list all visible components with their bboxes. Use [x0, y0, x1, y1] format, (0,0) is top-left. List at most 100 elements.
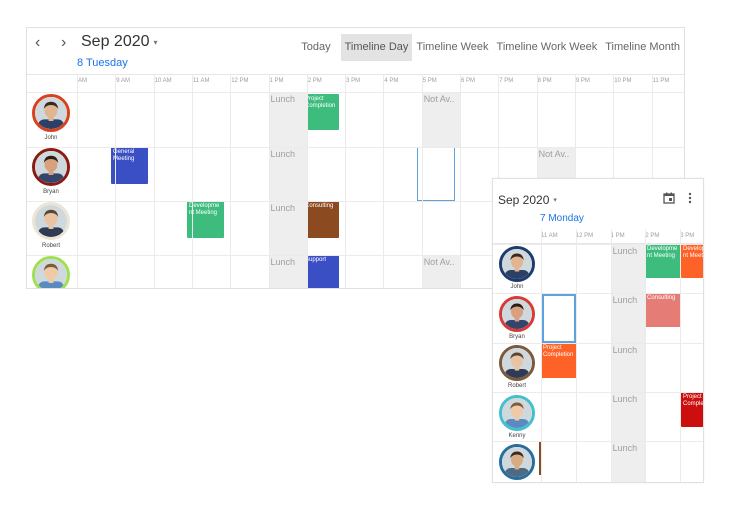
mobile-grid-vertical-line: [645, 229, 647, 482]
grid-vertical-line: [230, 74, 232, 288]
mobile-scheduler: Sep 2020 ▾ 7 Monday Developme nt Meeting…: [492, 178, 704, 483]
chevron-left-icon[interactable]: ‹: [35, 34, 40, 52]
tab-timeline-month[interactable]: Timeline Month: [601, 34, 684, 61]
tab-timeline-day[interactable]: Timeline Day: [340, 34, 413, 61]
grid-vertical-line: [268, 74, 270, 288]
mobile-grid-horizontal-line: [493, 441, 703, 442]
hour-label: 3 PM: [346, 78, 361, 84]
appointment-text: Support: [305, 257, 327, 263]
caret-down-icon: ▾: [553, 197, 557, 204]
not-available-label: Not Av..: [423, 94, 455, 104]
resource-name: John: [44, 135, 58, 141]
hour-label: 7 PM: [499, 78, 514, 84]
mobile-grid-vertical-line: [541, 229, 542, 482]
lunch-label: Lunch: [270, 94, 296, 104]
appointment-project-completion[interactable]: Project Completion: [303, 94, 339, 130]
month-picker[interactable]: Sep 2020 ▾: [81, 33, 158, 51]
grid-vertical-line: [306, 74, 308, 288]
mobile-grid-horizontal-line: [493, 343, 703, 344]
mobile-hour-label: 11 AM: [541, 233, 558, 239]
mobile-grid-horizontal-line: [493, 293, 703, 294]
hour-label: 2 PM: [307, 78, 322, 84]
mobile-lunch-label: Lunch: [612, 394, 638, 404]
mobile-month-title: Sep 2020: [498, 193, 550, 207]
mobile-avatar[interactable]: [499, 345, 535, 381]
mobile-avatar[interactable]: [499, 444, 535, 480]
appointment-text: Developme nt Meeting: [647, 246, 678, 259]
avatar[interactable]: [32, 202, 70, 240]
mobile-grid-horizontal-line: [493, 244, 703, 245]
mobile-month-picker[interactable]: Sep 2020 ▾: [498, 193, 557, 207]
mobile-avatar[interactable]: [499, 246, 535, 282]
date-header[interactable]: 8 Tuesday: [77, 57, 128, 69]
not-available-label: Not Av..: [423, 257, 455, 267]
hour-label: 11 AM: [192, 78, 210, 84]
grid-vertical-line: [421, 74, 423, 288]
hour-label: 12 PM: [231, 78, 249, 84]
mobile-hour-label: 3 PM: [680, 233, 695, 239]
mobile-lunch-label: Lunch: [612, 246, 638, 256]
hour-label: 11 PM: [652, 78, 670, 84]
avatar[interactable]: [32, 256, 70, 288]
mobile-resource-name: Robert: [507, 383, 526, 389]
lunch-label: Lunch: [270, 203, 296, 213]
mobile-resource-name: Kenny: [508, 432, 526, 439]
avatar[interactable]: [32, 94, 70, 132]
mobile-lunch-label: Lunch: [612, 295, 638, 305]
mobile-appointment-project-completion[interactable]: Project Completion: [541, 343, 577, 378]
grid-horizontal-line: [27, 147, 684, 148]
month-title: Sep 2020: [81, 33, 150, 50]
mobile-lunch-label: Lunch: [612, 443, 638, 453]
today-button[interactable]: Today: [297, 34, 334, 61]
mobile-avatar[interactable]: [499, 394, 535, 431]
mobile-appointment-project-completion-2[interactable]: Project Comple: [681, 392, 703, 427]
hour-label: 5 PM: [422, 78, 437, 84]
mobile-grid-vertical-line: [680, 229, 682, 482]
mobile-selected-cell[interactable]: [542, 294, 576, 343]
hour-label: 10 PM: [614, 78, 632, 84]
grid-vertical-line: [460, 74, 461, 288]
mobile-hour-label: 2 PM: [645, 233, 660, 239]
mobile-hour-label: 1 PM: [610, 233, 625, 239]
avatar[interactable]: [32, 148, 70, 186]
appointment-text: Develop nt Meeti: [683, 246, 704, 259]
hour-label: 1 PM: [269, 78, 284, 84]
mobile-grid-vertical-line: [575, 229, 577, 482]
mobile-date-header[interactable]: 7 Monday: [540, 213, 584, 224]
grid-horizontal-line: [27, 92, 684, 93]
appointment-text: Consulting: [305, 203, 334, 209]
mobile-appointment-consulting[interactable]: Consulting: [645, 293, 681, 327]
not-available-label: Not Av..: [538, 149, 570, 159]
grid-vertical-line: [153, 74, 155, 288]
grid-vertical-line: [345, 74, 347, 288]
lunch-label: Lunch: [270, 149, 296, 159]
view-switcher: Today Timeline Day Timeline Week Timelin…: [297, 34, 684, 61]
appointment-text: Consulting: [647, 295, 676, 301]
mobile-resource-name: Bryan: [509, 333, 525, 340]
grid-vertical-line: [77, 74, 78, 288]
resource-name: Bryan: [43, 189, 59, 195]
appointment-general-meeting[interactable]: General Meeting: [111, 147, 148, 184]
mobile-avatar[interactable]: [499, 295, 535, 332]
hour-label: 8 PM: [537, 78, 552, 84]
selected-cell[interactable]: [417, 147, 455, 201]
tab-timeline-week[interactable]: Timeline Week: [412, 34, 492, 61]
mobile-appointment-development-meeting-2[interactable]: Develop nt Meeti: [681, 244, 704, 278]
grid-vertical-line: [383, 74, 385, 288]
mobile-grid-horizontal-line: [493, 392, 703, 393]
header-divider: [27, 74, 684, 75]
mobile-grid-vertical-line: [610, 229, 612, 482]
mobile-appointment-development-meeting[interactable]: Developme nt Meeting: [645, 244, 681, 278]
chevron-right-icon[interactable]: ›: [61, 34, 66, 52]
mobile-hour-label: 12 PM: [575, 233, 594, 239]
appointment-text: Developme nt Meeting: [189, 203, 220, 216]
appointment-consulting[interactable]: Consulting: [303, 201, 339, 238]
tab-timeline-work-week[interactable]: Timeline Work Week: [493, 34, 602, 61]
mobile-resource-name: John: [510, 284, 524, 290]
appointment-support[interactable]: Support: [303, 255, 339, 288]
more-vert-icon[interactable]: [688, 191, 692, 204]
calendar-icon[interactable]: [663, 191, 675, 209]
mobile-lunch-label: Lunch: [612, 345, 638, 355]
resource-name: Robert: [41, 243, 60, 249]
hour-label: 4 PM: [384, 78, 399, 84]
